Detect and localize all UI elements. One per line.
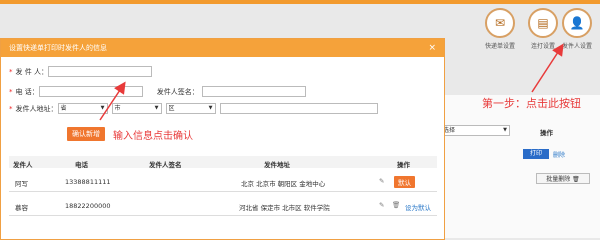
background-panel: [440, 95, 600, 238]
print-button[interactable]: 打印: [523, 149, 549, 159]
dialog-header: 设置快递单打印时发件人的信息 ×: [1, 39, 444, 57]
phone-input[interactable]: [38, 86, 143, 97]
sender-name-input[interactable]: [47, 66, 152, 77]
trash-icon[interactable]: 🗑: [392, 201, 400, 209]
edit-icon[interactable]: ✎: [379, 177, 384, 185]
address-row: * 发件人地址： 省 市 区: [9, 103, 378, 114]
city-select[interactable]: 市: [111, 103, 162, 114]
sender-row: * 发 件 人：: [9, 66, 152, 77]
confirm-add-button[interactable]: 确认新增: [67, 127, 105, 141]
address-detail-input[interactable]: [219, 103, 378, 114]
trash-icon: 🗑: [572, 176, 580, 183]
bulk-delete-button[interactable]: 批量删除 🗑: [536, 173, 590, 184]
set-default-link[interactable]: 设为默认: [405, 202, 431, 212]
sender-settings-button[interactable]: 👤 发件人设置: [548, 8, 600, 50]
background-op-header: 操作: [540, 129, 553, 137]
top-accent-bar: [0, 0, 600, 4]
confirm-hint-annotation: 输入信息点击确认: [113, 131, 193, 142]
table-row: 慕容 18822200000 河北省 保定市 北市区 软件学院 ✎ 🗑 设为默认: [9, 195, 437, 216]
background-filter-select[interactable]: 选择: [440, 125, 510, 136]
step-one-annotation: 第一步：点击此按钮: [482, 97, 581, 110]
delete-link[interactable]: 删除: [553, 150, 565, 159]
table-row: 阿写 13388811111 北京 北京市 朝阳区 金地中心 ✎ 默认: [9, 171, 437, 192]
edit-icon[interactable]: ✎: [379, 201, 384, 209]
province-select[interactable]: 省: [57, 103, 108, 114]
table-header: 发件人 电话 发件人签名 发件地址 操作: [9, 156, 437, 169]
close-icon[interactable]: ×: [428, 39, 436, 57]
phone-row: * 电 话： 发件人签名：: [9, 86, 306, 97]
default-badge: 默认: [394, 176, 415, 188]
dialog-title: 设置快递单打印时发件人的信息: [9, 44, 107, 52]
signature-input[interactable]: [201, 86, 306, 97]
sender-dialog: 设置快递单打印时发件人的信息 × * 发 件 人： * 电 话： 发件人签名： …: [0, 38, 445, 240]
arrow-to-sender-settings: [531, 43, 564, 93]
envelope-icon: ✉: [485, 8, 515, 38]
user-icon: 👤: [562, 8, 592, 38]
district-select[interactable]: 区: [165, 103, 216, 114]
